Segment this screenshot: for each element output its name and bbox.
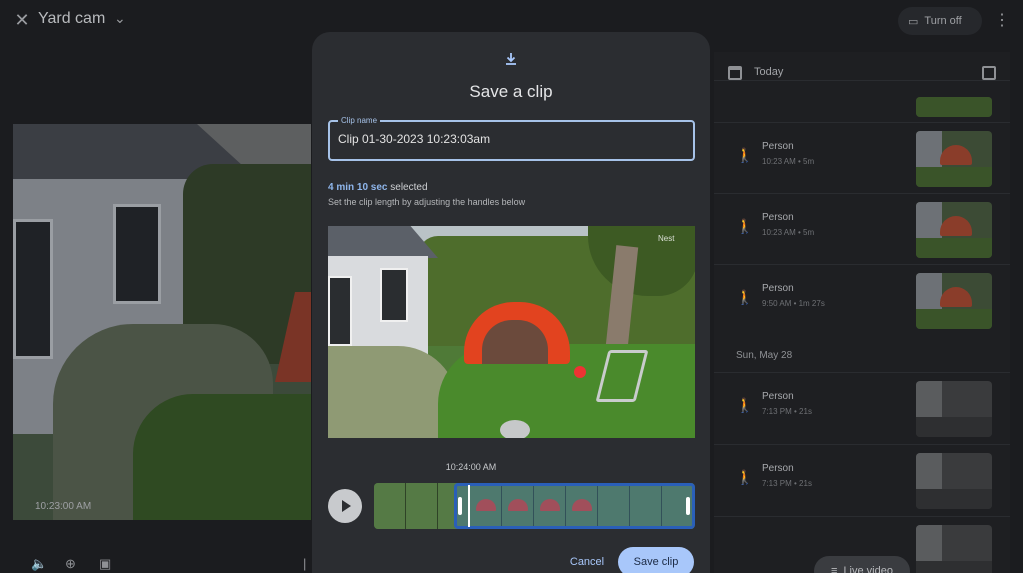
clip-name-label: Clip name xyxy=(338,116,381,125)
clip-name-input[interactable] xyxy=(338,132,678,146)
event-title: Person xyxy=(762,283,794,294)
feed-timestamp: 10:23:00 AM xyxy=(35,501,92,512)
person-icon: 🚶 xyxy=(736,289,754,305)
list-item[interactable]: 🚶 Person 10:23 AM • 5m xyxy=(714,122,1010,190)
playhead[interactable] xyxy=(468,485,470,527)
save-clip-dialog: Save a clip Clip name 4 min 10 sec selec… xyxy=(312,32,710,573)
selected-suffix: selected xyxy=(390,182,428,193)
picture-in-picture-icon[interactable]: ▣ xyxy=(99,556,111,572)
selection-hint: Set the clip length by adjusting the han… xyxy=(328,197,526,207)
skip-back-icon[interactable]: | xyxy=(303,556,306,571)
start-handle[interactable] xyxy=(458,497,462,515)
event-title: Person xyxy=(762,391,794,402)
event-meta: 10:23 AM • 5m xyxy=(762,228,815,237)
camera-title: Yard cam xyxy=(38,10,106,27)
volume-icon[interactable]: 🔈 xyxy=(31,556,47,572)
more-options-icon[interactable]: ⋮ xyxy=(994,10,1010,30)
events-sidebar: Today 🚶 Person 10:23 AM • 5m 🚶 Person 10… xyxy=(714,52,1010,573)
save-clip-button[interactable]: Save clip xyxy=(618,547,694,573)
zoom-icon[interactable]: ⊕ xyxy=(65,556,76,572)
event-title: Person xyxy=(762,141,794,152)
nest-watermark: Nest xyxy=(658,234,675,243)
scrubber-time: 10:24:00 AM xyxy=(445,462,497,472)
dialog-title: Save a clip xyxy=(469,82,553,101)
selection-summary: 4 min 10 sec selected xyxy=(328,182,428,193)
list-item[interactable]: 🚶 Person 7:13 PM • 21s xyxy=(714,372,1010,440)
close-icon[interactable]: ✕ xyxy=(12,10,32,30)
list-item-partial[interactable] xyxy=(714,80,1010,120)
event-title: Person xyxy=(762,212,794,223)
camera-off-icon: ▭ xyxy=(908,15,919,28)
list-item[interactable]: 🚶 Person 10:23 AM • 5m xyxy=(714,193,1010,261)
app-window: ✕ Yard cam ⌄ ▭ Turn off ⋮ 10:23:00 AM 🔈 … xyxy=(0,0,1023,573)
person-icon: 🚶 xyxy=(736,469,754,485)
event-thumbnail xyxy=(916,97,992,117)
turn-off-button[interactable]: ▭ Turn off xyxy=(898,7,982,35)
event-meta: 10:23 AM • 5m xyxy=(762,157,815,166)
selected-duration: 4 min 10 sec xyxy=(328,182,388,193)
list-item[interactable]: 🚶 Person 9:50 AM • 1m 27s xyxy=(714,264,1010,332)
event-title: Person xyxy=(762,463,794,474)
turn-off-label: Turn off xyxy=(924,15,962,27)
clip-preview: Nest xyxy=(328,226,695,438)
event-thumbnail xyxy=(916,453,992,509)
calendar-icon[interactable] xyxy=(728,66,742,80)
person-icon: 🚶 xyxy=(736,147,754,163)
panel-toggle-icon[interactable] xyxy=(982,66,996,80)
event-meta: 7:13 PM • 21s xyxy=(762,479,812,488)
event-thumbnail xyxy=(916,525,992,573)
clip-name-field[interactable]: Clip name xyxy=(328,116,695,161)
play-button[interactable] xyxy=(328,489,362,523)
event-thumbnail xyxy=(916,131,992,187)
live-video-button[interactable]: ≡ Live video xyxy=(814,556,910,573)
camera-feed: 10:23:00 AM xyxy=(13,124,311,520)
sidebar-day-label: Today xyxy=(754,66,784,78)
date-divider: Sun, May 28 xyxy=(736,350,793,361)
download-icon xyxy=(506,53,516,65)
selection-range[interactable] xyxy=(454,483,695,529)
live-icon: ≡ xyxy=(831,565,838,573)
chevron-down-icon[interactable]: ⌄ xyxy=(114,10,126,27)
end-handle[interactable] xyxy=(686,497,690,515)
live-video-label: Live video xyxy=(843,565,893,573)
play-icon xyxy=(341,500,351,512)
person-icon: 🚶 xyxy=(736,218,754,234)
clip-timeline[interactable] xyxy=(374,483,695,529)
list-item[interactable]: 🚶 Person 7:13 PM • 21s xyxy=(714,444,1010,512)
event-thumbnail xyxy=(916,202,992,258)
cancel-button[interactable]: Cancel xyxy=(562,550,612,573)
person-icon: 🚶 xyxy=(736,397,754,413)
event-thumbnail xyxy=(916,273,992,329)
event-thumbnail xyxy=(916,381,992,437)
event-meta: 9:50 AM • 1m 27s xyxy=(762,299,825,308)
event-meta: 7:13 PM • 21s xyxy=(762,407,812,416)
